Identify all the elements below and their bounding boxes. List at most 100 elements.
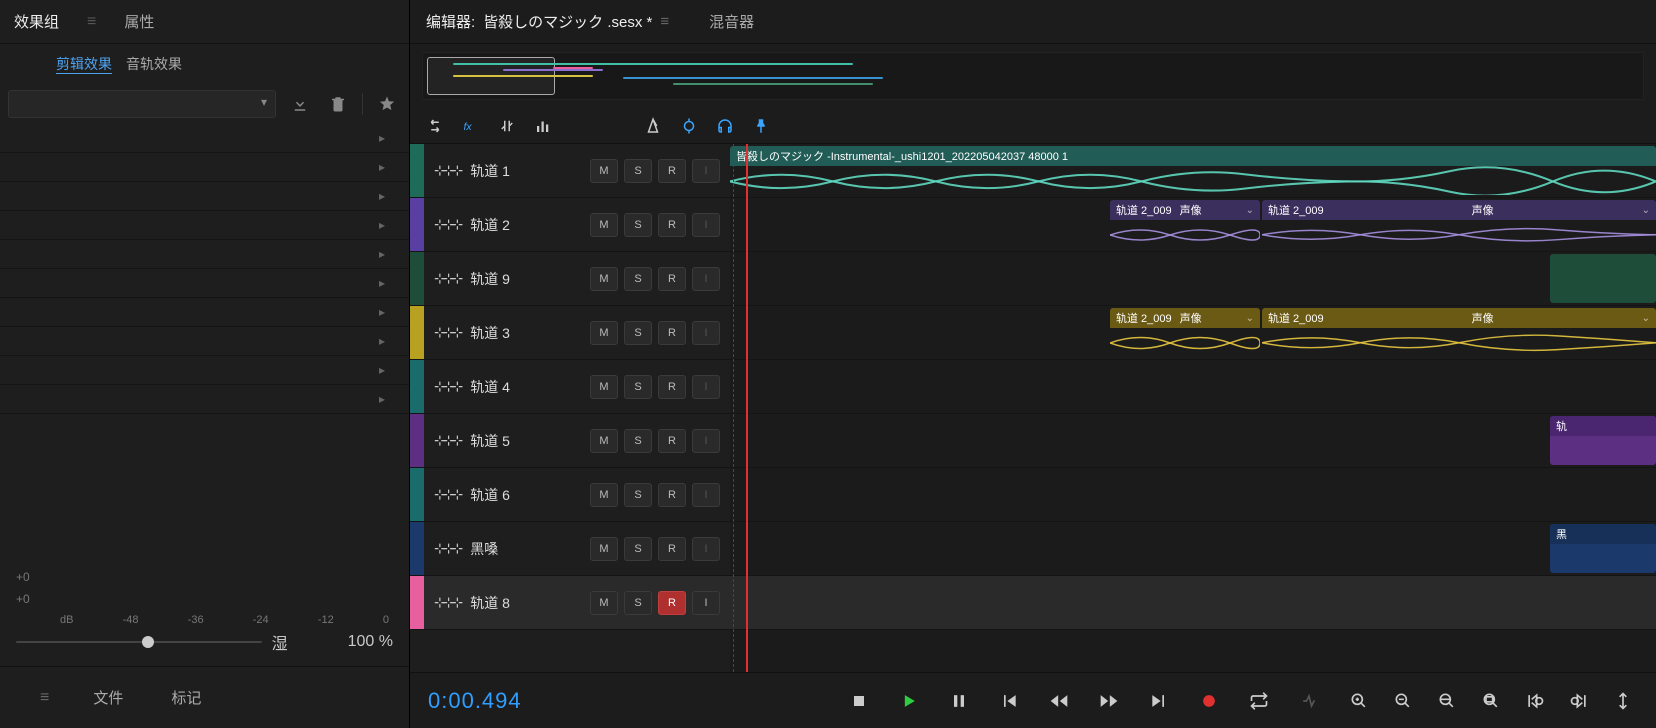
audio-clip[interactable] [1550, 254, 1656, 303]
subtab-clip-fx[interactable]: 剪辑效果 [56, 54, 112, 74]
mute-button[interactable]: M [590, 429, 618, 453]
stop-button[interactable] [844, 686, 874, 716]
fx-slot[interactable] [0, 153, 409, 182]
fx-slot[interactable] [0, 240, 409, 269]
go-end-button[interactable] [1144, 686, 1174, 716]
record-arm-button[interactable]: R [658, 267, 686, 291]
record-arm-button[interactable]: R [658, 483, 686, 507]
mute-button[interactable]: M [590, 537, 618, 561]
track-header[interactable]: ⊹⊹⊹ 黑嗓 MSRI [410, 522, 730, 576]
tab-files[interactable]: 文件 [89, 681, 127, 714]
solo-button[interactable]: S [624, 321, 652, 345]
rewind-button[interactable] [1044, 686, 1074, 716]
mute-button[interactable]: M [590, 213, 618, 237]
pin-icon[interactable] [750, 115, 772, 137]
track-header[interactable]: ⊹⊹⊹ 轨道 8 MSRI [410, 576, 730, 630]
audio-clip[interactable]: 皆殺しのマジック -Instrumental-_ushi1201_2022050… [730, 146, 1656, 195]
input-monitor-button[interactable]: I [692, 537, 720, 561]
record-arm-button[interactable]: R [658, 375, 686, 399]
track-header[interactable]: ⊹⊹⊹ 轨道 3 MSRI [410, 306, 730, 360]
zoom-out-point-icon[interactable] [1564, 686, 1594, 716]
solo-button[interactable]: S [624, 159, 652, 183]
zoom-in-time-icon[interactable] [1344, 686, 1374, 716]
tab-mixer[interactable]: 混音器 [709, 11, 754, 32]
record-arm-button[interactable]: R [658, 591, 686, 615]
input-monitor-button[interactable]: I [692, 321, 720, 345]
fx-slot[interactable] [0, 182, 409, 211]
play-button[interactable] [894, 686, 924, 716]
solo-button[interactable]: S [624, 483, 652, 507]
headphone-icon[interactable] [714, 115, 736, 137]
zoom-out-time-icon[interactable] [1388, 686, 1418, 716]
preset-dropdown[interactable] [8, 90, 276, 118]
snapping-icon[interactable] [678, 115, 700, 137]
fx-slot[interactable] [0, 211, 409, 240]
metronome-icon[interactable] [642, 115, 664, 137]
audio-clip[interactable]: 轨道 2_009声像⌄ [1262, 308, 1656, 357]
router-icon[interactable] [424, 115, 446, 137]
solo-button[interactable]: S [624, 429, 652, 453]
audio-clip[interactable]: 黑 [1550, 524, 1656, 573]
audio-clip[interactable]: 轨道 2_009声像⌄ [1110, 308, 1260, 357]
solo-button[interactable]: S [624, 591, 652, 615]
record-arm-button[interactable]: R [658, 159, 686, 183]
track-header[interactable]: ⊹⊹⊹ 轨道 1 M S R I [410, 144, 730, 198]
tab-effects-group[interactable]: 效果组 [10, 5, 63, 38]
wet-dry-slider[interactable] [16, 641, 262, 643]
send-icon[interactable] [496, 115, 518, 137]
timeline-lanes[interactable]: hms 0:05.0 0:10.0 0:15.0 0:20.0 0:2 皆殺しの… [730, 144, 1656, 672]
track-header[interactable]: ⊹⊹⊹ 轨道 4 MSRI [410, 360, 730, 414]
mute-button[interactable]: M [590, 321, 618, 345]
tab-properties[interactable]: 属性 [120, 5, 158, 38]
input-monitor-button[interactable]: I [692, 375, 720, 399]
input-monitor-button[interactable]: I [692, 213, 720, 237]
mute-button[interactable]: M [590, 591, 618, 615]
input-monitor-button[interactable]: I [692, 591, 720, 615]
mute-button[interactable]: M [590, 375, 618, 399]
zoom-selection-icon[interactable] [1476, 686, 1506, 716]
audio-clip[interactable]: 轨道 2_009声像⌄ [1110, 200, 1260, 249]
record-arm-button[interactable]: R [658, 429, 686, 453]
zoom-in-point-icon[interactable] [1520, 686, 1550, 716]
loop-button[interactable] [1244, 686, 1274, 716]
track-header[interactable]: ⊹⊹⊹ 轨道 5 MSRI [410, 414, 730, 468]
mute-button[interactable]: M [590, 483, 618, 507]
fx-slot[interactable] [0, 269, 409, 298]
zoom-vertical-icon[interactable] [1608, 686, 1638, 716]
track-header[interactable]: ⊹⊹⊹ 轨道 6 MSRI [410, 468, 730, 522]
mute-button[interactable]: M [590, 267, 618, 291]
solo-button[interactable]: S [624, 537, 652, 561]
record-arm-button[interactable]: R [658, 213, 686, 237]
tab-editor[interactable]: 编辑器: 皆殺しのマジック .sesx * ≡ [426, 11, 669, 32]
go-start-button[interactable] [994, 686, 1024, 716]
track-header[interactable]: ⊹⊹⊹ 轨道 2 MSRI [410, 198, 730, 252]
record-arm-button[interactable]: R [658, 321, 686, 345]
timecode-display[interactable]: 0:00.494 [428, 688, 522, 714]
fx-slot[interactable] [0, 327, 409, 356]
input-monitor-button[interactable]: I [692, 267, 720, 291]
subtab-track-fx[interactable]: 音轨效果 [126, 54, 182, 74]
audio-clip[interactable]: 轨道 2_009声像⌄ [1262, 200, 1656, 249]
input-monitor-button[interactable]: I [692, 159, 720, 183]
minimap[interactable] [422, 52, 1644, 100]
input-monitor-button[interactable]: I [692, 429, 720, 453]
tab-markers[interactable]: 标记 [167, 681, 205, 714]
solo-button[interactable]: S [624, 375, 652, 399]
mute-button[interactable]: M [590, 159, 618, 183]
eq-icon[interactable] [532, 115, 554, 137]
fx-icon[interactable]: fx [460, 115, 482, 137]
fx-slot[interactable] [0, 298, 409, 327]
forward-button[interactable] [1094, 686, 1124, 716]
star-icon[interactable] [373, 90, 401, 118]
record-arm-button[interactable]: R [658, 537, 686, 561]
fx-slot[interactable] [0, 356, 409, 385]
zoom-reset-icon[interactable] [1432, 686, 1462, 716]
fx-slot[interactable] [0, 124, 409, 153]
skip-selection-button[interactable] [1294, 686, 1324, 716]
import-icon[interactable] [286, 90, 314, 118]
solo-button[interactable]: S [624, 267, 652, 291]
trash-icon[interactable] [324, 90, 352, 118]
input-monitor-button[interactable]: I [692, 483, 720, 507]
track-header[interactable]: ⊹⊹⊹ 轨道 9 MSRI [410, 252, 730, 306]
pause-button[interactable] [944, 686, 974, 716]
